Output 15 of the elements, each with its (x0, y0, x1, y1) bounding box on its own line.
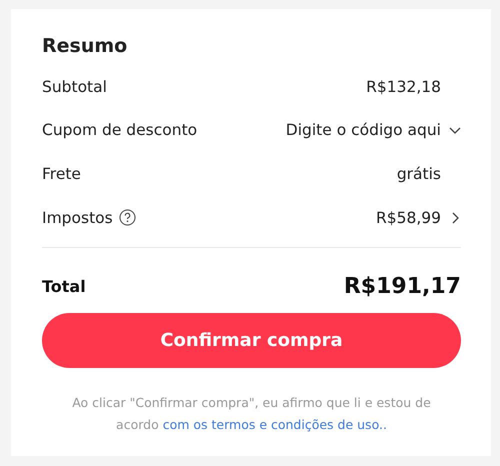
row-value: R$58,99 (376, 208, 441, 227)
total-label: Total (42, 277, 86, 296)
terms-link[interactable]: com os termos e condições de uso.. (162, 416, 387, 432)
row-value: grátis (396, 165, 441, 184)
summary-title: Resumo (42, 35, 128, 57)
row-label: Frete (42, 165, 81, 184)
row-label: Subtotal (42, 78, 107, 96)
confirm-button[interactable]: Confirmar compra (42, 313, 461, 368)
terms-note: Ao clicar "Confirmar compra", eu afirmo que li e estou de acordo com os termos e condições de uso.. (71, 394, 432, 434)
total-value: R$191,17 (344, 274, 461, 300)
coupon-dropdown[interactable]: Digite o código aqui (286, 121, 441, 140)
row-value: R$132,18 (366, 78, 441, 96)
row-label: Cupom de desconto (42, 121, 198, 140)
row-label: Impostos (42, 208, 113, 227)
help-icon[interactable] (118, 209, 136, 226)
